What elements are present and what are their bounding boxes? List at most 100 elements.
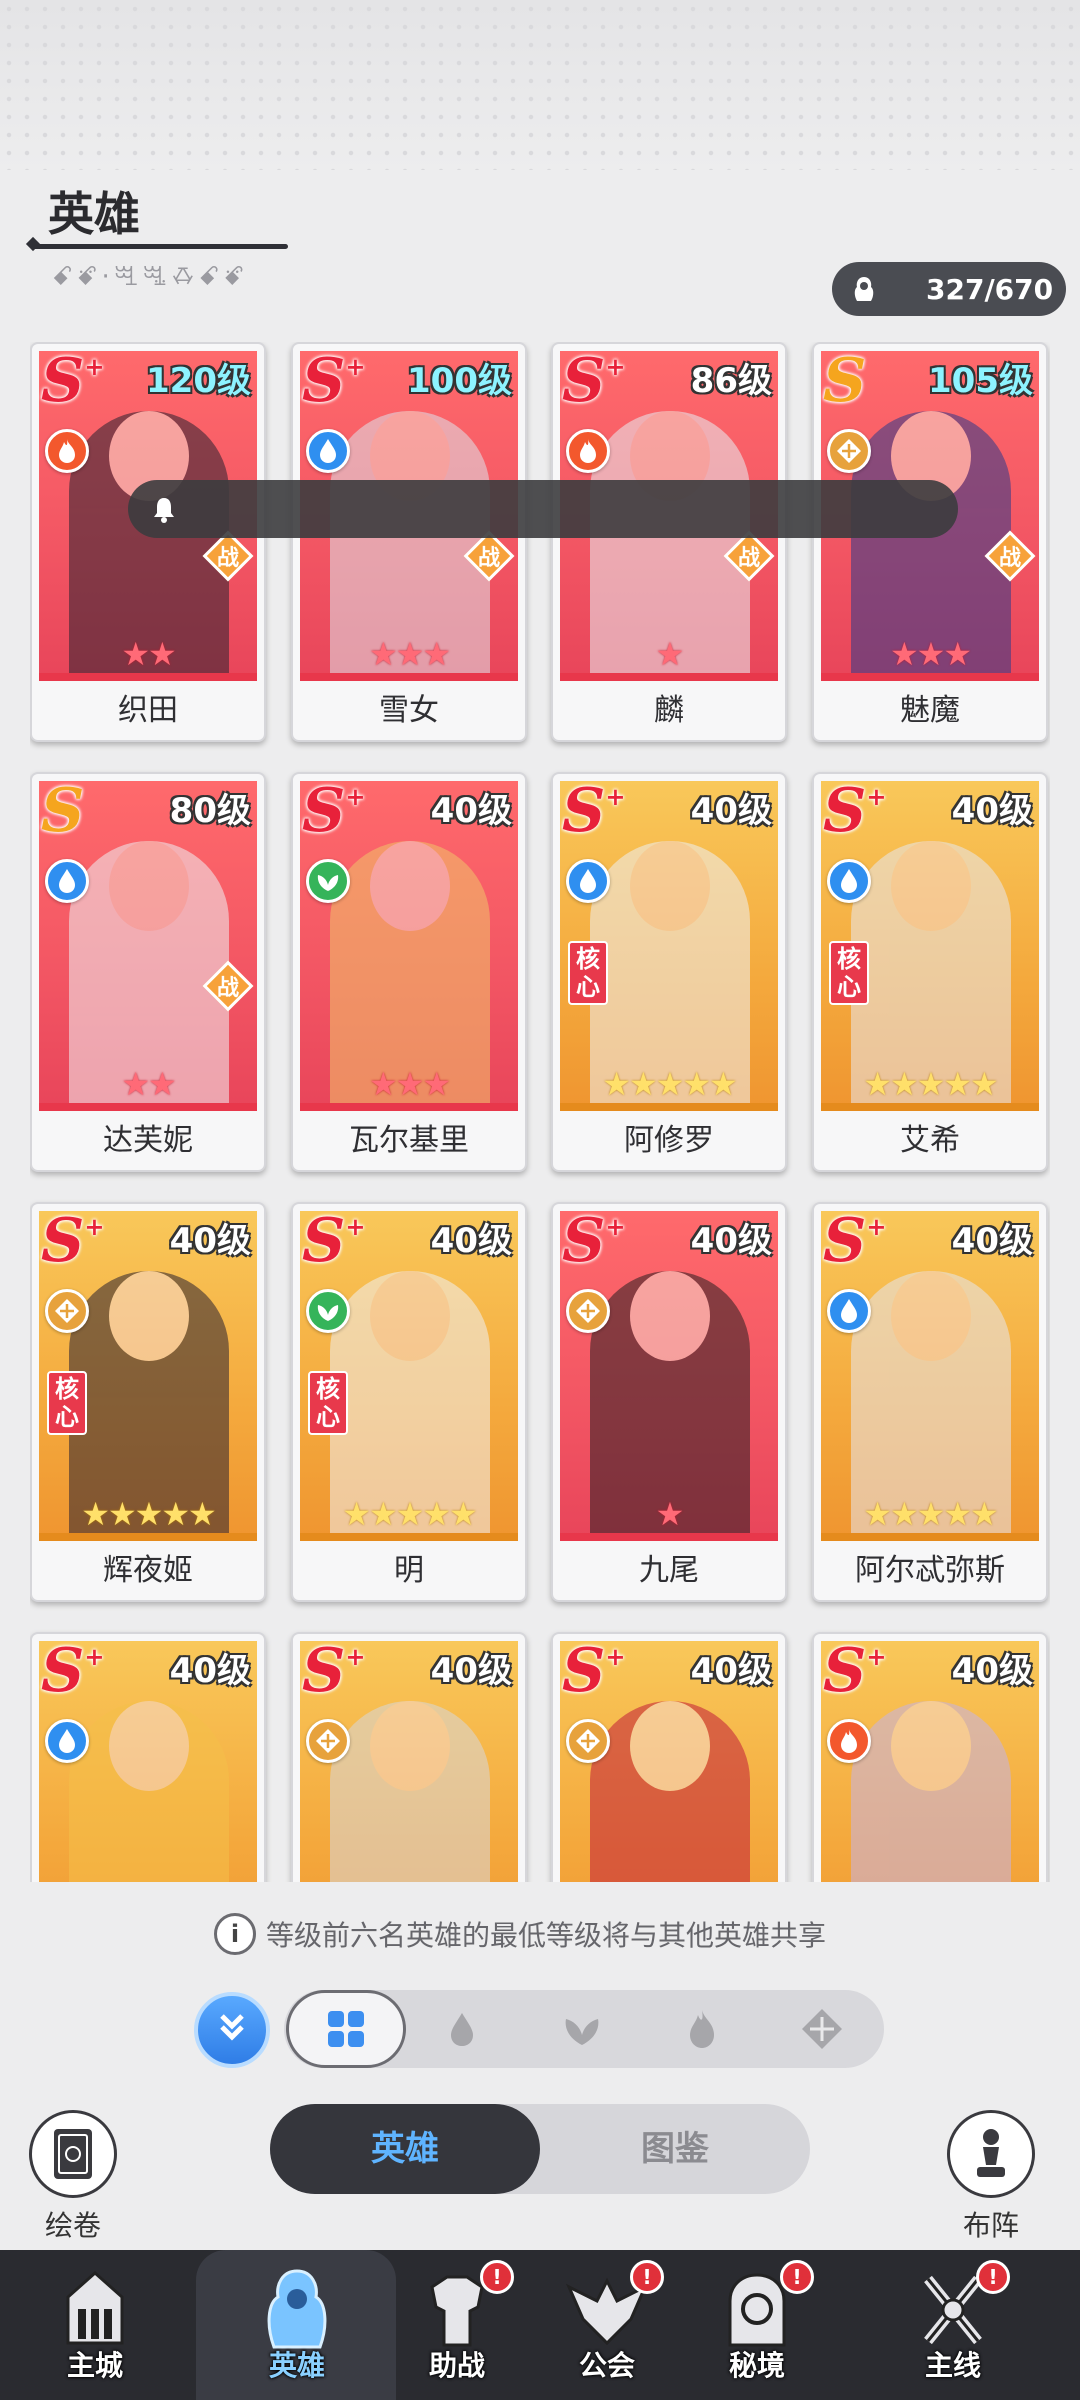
- rank-badge: S+: [302, 781, 366, 846]
- core-badge: 核心: [829, 941, 869, 1005]
- rank-badge: S: [823, 351, 867, 416]
- info-note: i 等级前六名英雄的最低等级将与其他英雄共享: [214, 1912, 826, 1956]
- water-icon: [45, 1719, 89, 1763]
- hero-portrait: S+ 40级 核心 ★★★★★: [300, 1211, 518, 1541]
- hero-level: 100级: [407, 361, 512, 401]
- hero-portrait: S+ 40级 核心 ★★★★★: [39, 1211, 257, 1541]
- rank-badge: S+: [562, 781, 626, 846]
- nav-item[interactable]: 助战 !: [382, 2250, 532, 2400]
- hero-portrait: S+ 40级: [39, 1641, 257, 1882]
- filter-fire-button[interactable]: [642, 1990, 762, 2068]
- bottom-navigation: 主城 英雄 助战 ! 公会 ! 秘境 ! 主线 !: [0, 2250, 1080, 2400]
- nav-item[interactable]: 主线 !: [878, 2250, 1028, 2400]
- warrior-role-badge: 战: [723, 530, 775, 582]
- tab-codex[interactable]: 图鉴: [540, 2104, 810, 2194]
- hero-card[interactable]: S+ 40级 核心 ★★★★★ 辉夜姬: [30, 1202, 266, 1602]
- hero-level: 80级: [169, 791, 251, 831]
- hero-name: 艾希: [900, 1123, 960, 1158]
- core-badge: 核心: [568, 941, 608, 1005]
- rank-badge: S+: [302, 1211, 366, 1276]
- hero-card[interactable]: S+ 40级 ★★★ 瓦尔基里: [291, 772, 527, 1172]
- hero-level: 40级: [690, 1221, 772, 1261]
- scroll-button[interactable]: 绘卷: [28, 2110, 118, 2244]
- hero-level: 86级: [690, 361, 772, 401]
- rank-badge: S+: [41, 351, 105, 416]
- hero-portrait: S+ 40级 ★★★★★: [821, 1211, 1039, 1541]
- hero-portrait: S+ 40级 ★: [560, 1211, 778, 1541]
- wind-icon: [306, 859, 350, 903]
- hero-card[interactable]: S+ 120级 战 ★★ 织田: [30, 342, 266, 742]
- rank-badge: S+: [823, 1211, 887, 1276]
- rank-badge: S+: [302, 351, 366, 416]
- filter-all-button[interactable]: [286, 1990, 406, 2068]
- nav-label: 主线: [924, 2349, 981, 2382]
- hero-name: 瓦尔基里: [349, 1123, 469, 1158]
- hero-name: 雪女: [379, 693, 439, 728]
- hero-card[interactable]: S+ 40级 核心 ★★★★★ 明: [291, 1202, 527, 1602]
- light-icon: [45, 1289, 89, 1333]
- filter-wind-button[interactable]: [522, 1990, 642, 2068]
- nav-item[interactable]: 秘境 !: [682, 2250, 832, 2400]
- hero-card[interactable]: S+ 40级: [291, 1632, 527, 1882]
- nav-item[interactable]: 主城: [20, 2250, 170, 2400]
- nav-label: 英雄: [268, 2349, 325, 2382]
- hero-grid: S+ 120级 战 ★★ 织田 S+ 100级 战 ★★★ 雪女 S+ 86级 …: [30, 342, 1050, 1882]
- hero-card[interactable]: S+ 40级 核心 ★★★★★ 艾希: [812, 772, 1048, 1172]
- hero-card[interactable]: S+ 40级: [812, 1632, 1048, 1882]
- hero-card[interactable]: S+ 40级: [551, 1632, 787, 1882]
- notification-toast: [128, 480, 958, 538]
- hero-portrait: S+ 40级: [300, 1641, 518, 1882]
- hero-name: 麟: [654, 693, 684, 728]
- light-diamond-icon: [802, 2009, 842, 2049]
- flame-icon: [690, 2010, 714, 2048]
- warrior-role-badge: 战: [984, 530, 1036, 582]
- light-icon: [306, 1719, 350, 1763]
- nav-item[interactable]: 英雄: [222, 2250, 372, 2400]
- hero-portrait: S+ 40级 ★★★: [300, 781, 518, 1111]
- hero-name: 阿尔忒弥斯: [855, 1553, 1005, 1588]
- bell-icon: [146, 491, 182, 527]
- expand-filter-button[interactable]: [194, 1992, 270, 2068]
- water-icon: [827, 1289, 871, 1333]
- hero-name: 织田: [118, 693, 178, 728]
- info-text: 等级前六名英雄的最低等级将与其他英雄共享: [266, 1919, 827, 1952]
- fire-icon: [566, 429, 610, 473]
- hero-card[interactable]: S 105级 战 ★★★ 魅魔: [812, 342, 1048, 742]
- page-subtitle: ꗃꗄ·ꗅꗆꗇꗃꗄ: [52, 262, 249, 292]
- star-rating: ★: [655, 1495, 685, 1533]
- hero-level: 40级: [951, 1651, 1033, 1691]
- alert-badge: !: [480, 2260, 514, 2294]
- hero-name: 九尾: [639, 1553, 699, 1588]
- rank-badge: S+: [823, 1641, 887, 1706]
- nav-label: 秘境: [728, 2349, 785, 2382]
- hero-card[interactable]: S+ 40级: [30, 1632, 266, 1882]
- star-rating: ★★: [121, 1065, 176, 1103]
- hero-card[interactable]: S 80级 战 ★★ 达芙妮: [30, 772, 266, 1172]
- nav-item[interactable]: 公会 !: [532, 2250, 682, 2400]
- scroll-book-icon: [29, 2110, 117, 2198]
- hero-level: 40级: [690, 1651, 772, 1691]
- star-rating: ★★★★★: [342, 1495, 477, 1533]
- hero-card[interactable]: S+ 40级 ★★★★★ 阿尔忒弥斯: [812, 1202, 1048, 1602]
- hero-card[interactable]: S+ 40级 ★ 九尾: [551, 1202, 787, 1602]
- filter-water-button[interactable]: [402, 1990, 522, 2068]
- light-icon: [566, 1719, 610, 1763]
- water-icon: [306, 429, 350, 473]
- hero-card[interactable]: S+ 100级 战 ★★★ 雪女: [291, 342, 527, 742]
- hero-name: 辉夜姬: [103, 1553, 193, 1588]
- hero-level: 40级: [951, 791, 1033, 831]
- hero-count-value: 327/670: [926, 272, 1054, 306]
- filter-light-button[interactable]: [762, 1990, 882, 2068]
- hero-figure: [69, 1701, 229, 1882]
- nav-label: 助战: [428, 2349, 485, 2382]
- star-rating: ★★★★★: [863, 1065, 998, 1103]
- hero-card[interactable]: S+ 40级 核心 ★★★★★ 阿修罗: [551, 772, 787, 1172]
- tab-heroes[interactable]: 英雄: [270, 2104, 540, 2194]
- hero-card[interactable]: S+ 86级 战 ★ 麟: [551, 342, 787, 742]
- hero-name: 明: [394, 1553, 424, 1588]
- star-rating: ★: [655, 635, 685, 673]
- formation-button[interactable]: 布阵: [946, 2110, 1036, 2244]
- info-icon[interactable]: i: [214, 1913, 256, 1955]
- header-background: [0, 0, 1080, 170]
- light-icon: [566, 1289, 610, 1333]
